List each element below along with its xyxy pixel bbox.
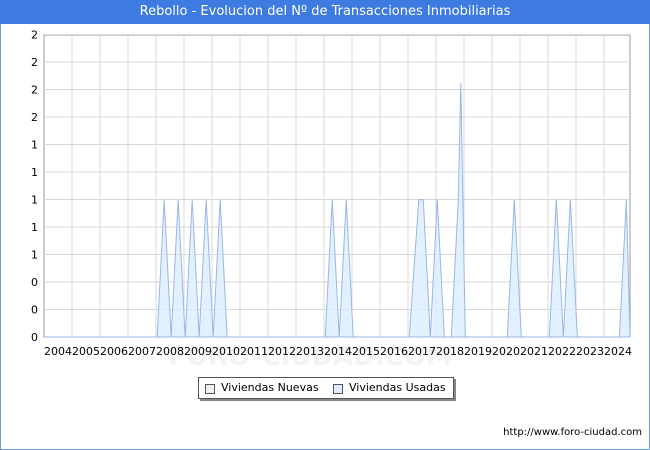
x-tick-label: 2017 [408, 345, 436, 358]
y-tick-label: 2 [31, 29, 38, 42]
x-tick-label: 2024 [604, 345, 632, 358]
x-tick-label: 2015 [352, 345, 380, 358]
x-tick-label: 2004 [44, 345, 72, 358]
legend-label-nuevas: Viviendas Nuevas [221, 381, 319, 394]
y-tick-label: 0 [31, 331, 38, 344]
x-tick-label: 2013 [296, 345, 324, 358]
y-tick-label: 1 [31, 221, 38, 234]
x-tick-label: 2016 [380, 345, 408, 358]
legend-swatch-nuevas [205, 384, 215, 394]
legend-swatch-usadas [333, 384, 343, 394]
x-tick-label: 2021 [520, 345, 548, 358]
footer-url[interactable]: http://www.foro-ciudad.com [503, 427, 642, 438]
y-tick-label: 1 [31, 194, 38, 207]
legend: Viviendas Nuevas Viviendas Usadas [198, 377, 454, 399]
x-tick-label: 2007 [128, 345, 156, 358]
y-tick-label: 2 [31, 56, 38, 69]
x-tick-label: 2020 [492, 345, 520, 358]
y-tick-label: 2 [31, 111, 38, 124]
y-tick-label: 1 [31, 166, 38, 179]
x-tick-label: 2012 [268, 345, 296, 358]
x-tick-label: 2018 [436, 345, 464, 358]
x-tick-label: 2010 [212, 345, 240, 358]
y-tick-label: 0 [31, 304, 38, 317]
legend-label-usadas: Viviendas Usadas [349, 381, 446, 394]
x-tick-label: 2023 [576, 345, 604, 358]
y-tick-label: 1 [31, 139, 38, 152]
x-tick-label: 2022 [548, 345, 576, 358]
y-tick-label: 1 [31, 249, 38, 262]
x-tick-label: 2008 [156, 345, 184, 358]
y-tick-label: 2 [31, 84, 38, 97]
y-tick-label: 0 [31, 276, 38, 289]
x-tick-label: 2019 [464, 345, 492, 358]
x-tick-label: 2011 [240, 345, 268, 358]
x-tick-label: 2009 [184, 345, 212, 358]
x-tick-label: 2005 [72, 345, 100, 358]
x-tick-label: 2014 [324, 345, 352, 358]
x-tick-label: 2006 [100, 345, 128, 358]
